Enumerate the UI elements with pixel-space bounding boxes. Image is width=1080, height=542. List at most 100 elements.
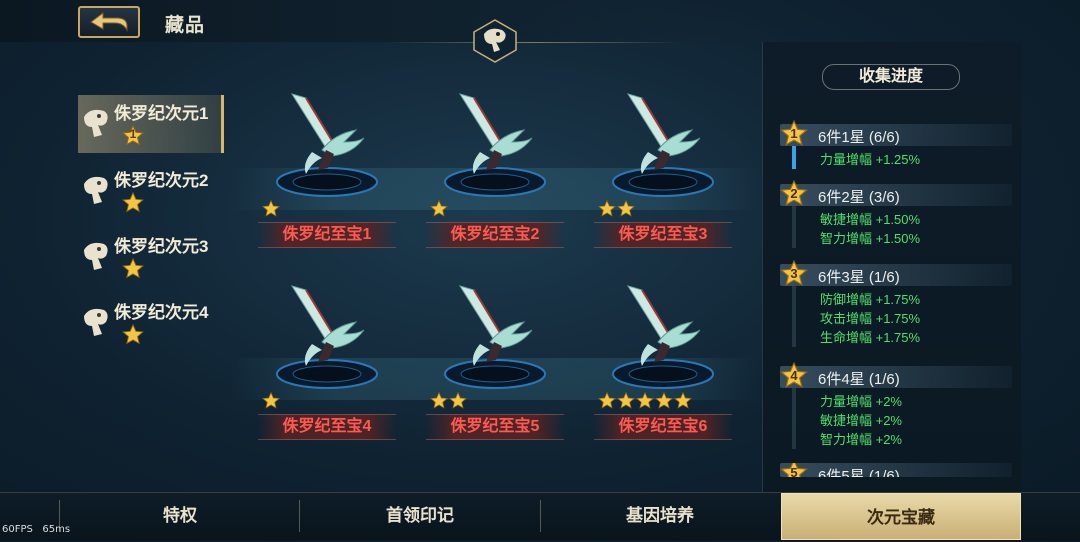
bonus-stat: 智力增幅 +2% <box>820 432 902 447</box>
tier-number: 1 <box>790 126 798 141</box>
tab-privilege[interactable]: 特权 <box>60 492 300 540</box>
tier-number: 3 <box>790 266 798 281</box>
star-rating <box>598 200 635 218</box>
tier-number: 4 <box>790 368 798 383</box>
tier-label: 6件1星 (6/6) <box>818 129 900 146</box>
dinosaur-emblem-icon <box>473 19 517 63</box>
tier-header: 1 6件1星 (6/6) <box>780 119 1012 146</box>
bonus-stat: 防御增幅 +1.75% <box>820 292 921 307</box>
tier-label: 6件2星 (3/6) <box>818 189 900 206</box>
relic-weapon-icon <box>612 93 714 197</box>
dinosaur-skull-icon <box>84 109 108 137</box>
star-icon <box>430 200 448 217</box>
relic-weapon-icon <box>276 93 378 197</box>
relic-weapon-icon <box>612 285 714 389</box>
fps-value: 60FPS <box>2 524 33 535</box>
star-icon: 5 <box>780 463 808 477</box>
tab-dimension-treasure[interactable]: 次元宝藏 <box>781 493 1021 540</box>
collection-item[interactable]: 侏罗纪至宝5 <box>426 282 564 452</box>
star-icon <box>598 392 616 409</box>
star-icon <box>617 200 635 217</box>
star-icon <box>262 392 280 409</box>
progress-tier: 4 6件4星 (1/6) 力量增幅 +2% 敏捷增幅 +2% 智力增幅 +2% <box>780 361 1012 449</box>
tier-header: 4 6件4星 (1/6) <box>780 361 1012 388</box>
star-icon <box>449 392 467 409</box>
relic-weapon-icon <box>276 285 378 389</box>
collection-item[interactable]: 侏罗纪至宝3 <box>594 90 732 260</box>
star-icon <box>674 392 692 409</box>
sidebar-item-label: 侏罗纪次元4 <box>114 303 209 322</box>
tier-header: 3 6件3星 (1/6) <box>780 259 1012 286</box>
page-title: 藏品 <box>165 15 206 36</box>
progress-tier: 2 6件2星 (3/6) 敏捷增幅 +1.50% 智力增幅 +1.50% <box>780 179 1012 248</box>
sidebar-item-jurassic-4[interactable]: 侏罗纪次元4 <box>78 294 224 352</box>
star-icon <box>655 392 673 409</box>
star-level-number: 1 <box>129 127 137 141</box>
sidebar-item-label: 侏罗纪次元1 <box>114 104 209 123</box>
sidebar-item-label: 侏罗纪次元3 <box>114 237 209 256</box>
tier-label: 6件3星 (1/6) <box>818 269 900 286</box>
sidebar-item-jurassic-3[interactable]: 侏罗纪次元3 <box>78 228 224 286</box>
star-rating <box>262 200 280 218</box>
tier-header: 2 6件2星 (3/6) <box>780 179 1012 206</box>
back-button[interactable] <box>78 6 140 38</box>
item-name: 侏罗纪至宝4 <box>258 414 396 440</box>
star-icon <box>122 191 144 214</box>
dinosaur-skull-icon <box>84 242 108 270</box>
star-icon <box>122 257 144 280</box>
star-icon: 4 <box>780 361 808 390</box>
item-name: 侏罗纪至宝3 <box>594 222 732 248</box>
collection-item[interactable]: 侏罗纪至宝2 <box>426 90 564 260</box>
sidebar-item-label: 侏罗纪次元2 <box>114 171 209 190</box>
tier-label: 6件4星 (1/6) <box>818 371 900 388</box>
progress-tier: 1 6件1星 (6/6) 力量增幅 +1.25% <box>780 119 1012 169</box>
star-icon <box>262 200 280 217</box>
item-name: 侏罗纪至宝5 <box>426 414 564 440</box>
bonus-stat: 力量增幅 +1.25% <box>820 152 921 167</box>
star-icon: 1 <box>122 124 144 147</box>
item-name: 侏罗纪至宝6 <box>594 414 732 440</box>
star-icon <box>617 392 635 409</box>
tab-gene-training[interactable]: 基因培养 <box>540 492 780 540</box>
progress-tier: 5 6件5星 (1/6) <box>780 463 1012 480</box>
collection-item[interactable]: 侏罗纪至宝6 <box>594 282 732 452</box>
star-icon: 1 <box>780 119 808 148</box>
star-icon <box>122 323 144 346</box>
star-rating <box>430 200 448 218</box>
header-divider <box>390 42 680 43</box>
progress-title: 收集进度 <box>822 64 960 90</box>
progress-tier: 3 6件3星 (1/6) 防御增幅 +1.75% 攻击增幅 +1.75% 生命增幅 +1… <box>780 259 1012 347</box>
bonus-stat: 攻击增幅 +1.75% <box>820 311 921 326</box>
star-rating <box>598 392 692 410</box>
tier-label: 6件5星 (1/6) <box>818 468 900 477</box>
fps-counter: 60FPS 65ms <box>2 524 70 535</box>
star-icon: 3 <box>780 259 808 288</box>
star-icon <box>598 200 616 217</box>
relic-weapon-icon <box>444 93 546 197</box>
dinosaur-skull-icon <box>84 308 108 336</box>
tier-number: 2 <box>790 186 798 201</box>
bonus-stat: 力量增幅 +2% <box>820 394 902 409</box>
star-icon: 2 <box>780 179 808 208</box>
relic-weapon-icon <box>444 285 546 389</box>
frame-ms: 65ms <box>42 524 71 535</box>
sidebar-item-jurassic-2[interactable]: 侏罗纪次元2 <box>78 162 224 220</box>
bonus-stat: 敏捷增幅 +1.50% <box>820 212 921 227</box>
item-name: 侏罗纪至宝1 <box>258 222 396 248</box>
item-name: 侏罗纪至宝2 <box>426 222 564 248</box>
bonus-stat: 敏捷增幅 +2% <box>820 413 902 428</box>
tier-header: 5 6件5星 (1/6) <box>780 463 1012 477</box>
collection-item[interactable]: 侏罗纪至宝4 <box>258 282 396 452</box>
tier-number: 5 <box>790 465 798 477</box>
star-rating <box>430 392 467 410</box>
dinosaur-skull-icon <box>84 176 108 204</box>
sidebar-item-jurassic-1[interactable]: 侏罗纪次元1 1 <box>78 95 224 153</box>
back-arrow-icon <box>90 12 128 32</box>
star-icon <box>430 392 448 409</box>
tab-boss-mark[interactable]: 首领印记 <box>300 492 540 540</box>
bonus-stat: 生命增幅 +1.75% <box>820 330 921 345</box>
star-icon <box>636 392 654 409</box>
star-rating <box>262 392 280 410</box>
bonus-stat: 智力增幅 +1.50% <box>820 231 921 246</box>
collection-item[interactable]: 侏罗纪至宝1 <box>258 90 396 260</box>
